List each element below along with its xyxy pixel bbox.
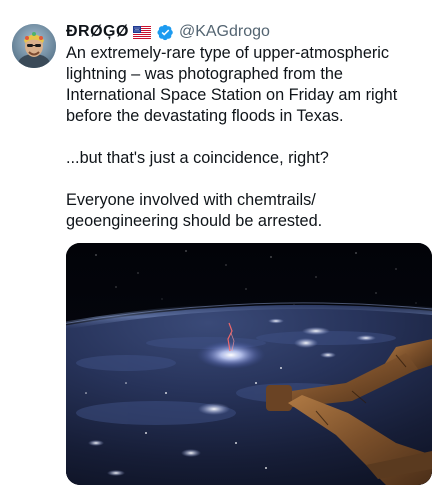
- avatar[interactable]: [12, 24, 56, 68]
- tweet-media-image[interactable]: [66, 243, 432, 485]
- verified-badge-icon[interactable]: [157, 24, 174, 41]
- tweet-paragraph: An extremely-rare type of upper-atmosphe…: [66, 44, 398, 125]
- tweet-card: ĐRØĢØ @KAGdrogo An extremely-rare type o…: [0, 0, 442, 500]
- tweet-paragraph: Everyone involved with chemtrails/ geoen…: [66, 191, 323, 230]
- tweet-header: ĐRØĢØ @KAGdrogo: [66, 20, 270, 44]
- handle[interactable]: @KAGdrogo: [179, 23, 270, 41]
- us-flag-icon: [132, 25, 151, 39]
- earth-from-space-photo: [66, 243, 432, 485]
- tweet-text: An extremely-rare type of upper-atmosphe…: [66, 43, 426, 232]
- tweet-paragraph: ...but that's just a coincidence, right?: [66, 149, 329, 167]
- display-name[interactable]: ĐRØĢØ: [66, 23, 129, 41]
